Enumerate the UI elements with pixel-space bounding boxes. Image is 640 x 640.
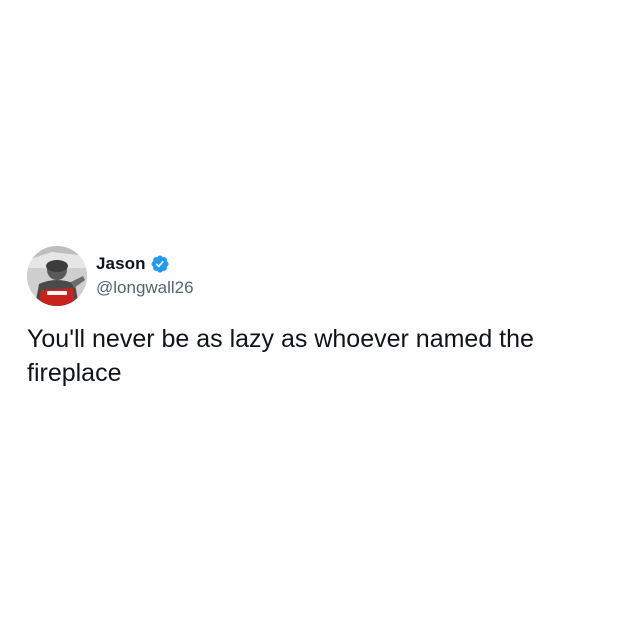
avatar[interactable]: [27, 246, 87, 306]
tweet-header: Jason @longwall26: [27, 246, 617, 306]
author-info: Jason @longwall26: [96, 252, 194, 298]
verified-badge-icon: [150, 254, 170, 274]
user-handle[interactable]: @longwall26: [96, 278, 194, 298]
profile-photo-icon: [27, 246, 87, 306]
name-row: Jason: [96, 252, 194, 276]
display-name[interactable]: Jason: [96, 254, 146, 274]
tweet-text: You'll never be as lazy as whoever named…: [27, 325, 534, 387]
tweet-card: Jason @longwall26 You'll never be as laz…: [27, 246, 617, 390]
